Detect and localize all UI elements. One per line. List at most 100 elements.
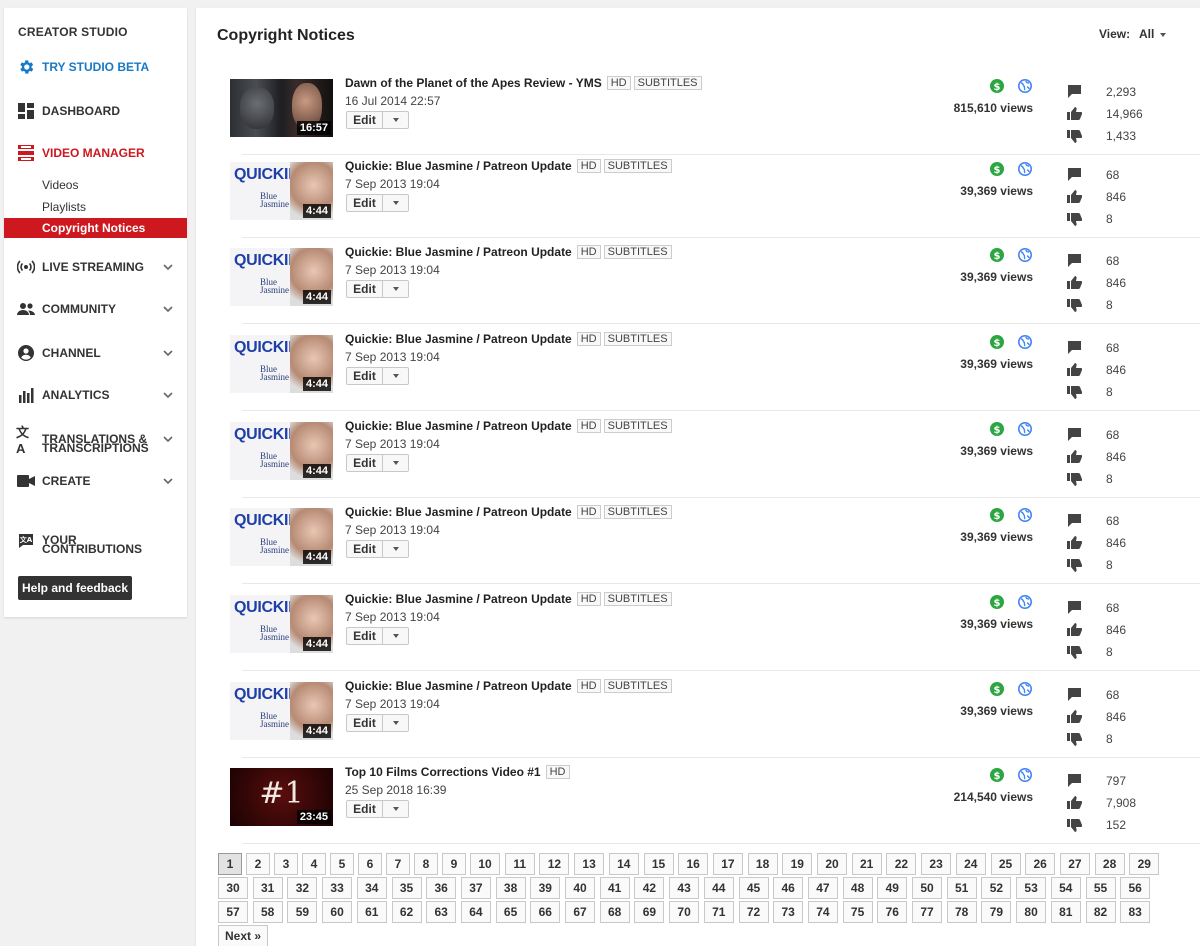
sidebar-subitem-playlists[interactable]: Playlists	[4, 197, 187, 217]
edit-button[interactable]: Edit	[347, 195, 383, 211]
edit-button[interactable]: Edit	[347, 368, 383, 384]
page-19-button[interactable]: 19	[782, 853, 813, 875]
page-38-button[interactable]: 38	[495, 877, 526, 899]
page-3-button[interactable]: 3	[274, 853, 298, 875]
page-50-button[interactable]: 50	[912, 877, 942, 899]
page-37-button[interactable]: 37	[460, 877, 491, 899]
monetization-dollar-icon[interactable]: $	[990, 508, 1004, 522]
page-33-button[interactable]: 33	[322, 877, 353, 899]
page-68-button[interactable]: 68	[599, 901, 630, 923]
page-4-button[interactable]: 4	[302, 853, 326, 875]
sidebar-item-live-streaming[interactable]: LIVE STREAMING	[4, 252, 187, 282]
page-23-button[interactable]: 23	[921, 853, 952, 875]
edit-button[interactable]: Edit	[347, 801, 383, 817]
page-21-button[interactable]: 21	[851, 853, 882, 875]
page-13-button[interactable]: 13	[574, 853, 605, 875]
video-thumbnail[interactable]: QUICKIE Blue Jasmine 4:44	[230, 162, 333, 220]
video-title-link[interactable]: Quickie: Blue Jasmine / Patreon Update	[345, 332, 572, 346]
edit-dropdown-button[interactable]	[383, 715, 408, 731]
page-57-button[interactable]: 57	[218, 901, 248, 923]
edit-button[interactable]: Edit	[347, 455, 383, 471]
monetization-dollar-icon[interactable]: $	[990, 335, 1004, 349]
sidebar-item-community[interactable]: COMMUNITY	[4, 294, 187, 324]
monetization-dollar-icon[interactable]: $	[990, 79, 1004, 93]
video-title-link[interactable]: Quickie: Blue Jasmine / Patreon Update	[345, 679, 572, 693]
video-thumbnail[interactable]: QUICKIE Blue Jasmine 4:44	[230, 248, 333, 306]
monetization-dollar-icon[interactable]: $	[990, 162, 1004, 176]
edit-button[interactable]: Edit	[347, 541, 383, 557]
page-12-button[interactable]: 12	[539, 853, 570, 875]
monetization-dollar-icon[interactable]: $	[990, 248, 1004, 262]
page-11-button[interactable]: 11	[504, 853, 535, 875]
video-thumbnail[interactable]: QUICKIE Blue Jasmine 4:44	[230, 682, 333, 740]
video-thumbnail[interactable]: 16:57	[230, 79, 333, 137]
page-71-button[interactable]: 71	[703, 901, 734, 923]
page-83-button[interactable]: 83	[1120, 901, 1151, 923]
edit-dropdown-button[interactable]	[383, 195, 408, 211]
sidebar-subitem-copyright-notices[interactable]: Copyright Notices	[4, 218, 187, 238]
sidebar-item-create[interactable]: CREATE	[4, 466, 187, 496]
edit-button[interactable]: Edit	[347, 628, 383, 644]
page-58-button[interactable]: 58	[252, 901, 283, 923]
page-8-button[interactable]: 8	[414, 853, 438, 875]
page-18-button[interactable]: 18	[747, 853, 778, 875]
video-title-link[interactable]: Quickie: Blue Jasmine / Patreon Update	[345, 505, 572, 519]
edit-dropdown-button[interactable]	[383, 455, 408, 471]
public-globe-icon[interactable]	[1018, 162, 1032, 176]
sidebar-subitem-videos[interactable]: Videos	[4, 175, 187, 195]
page-29-button[interactable]: 29	[1129, 853, 1160, 875]
sidebar-item-analytics[interactable]: ANALYTICS	[4, 380, 187, 410]
page-46-button[interactable]: 46	[773, 877, 804, 899]
edit-dropdown-button[interactable]	[383, 541, 408, 557]
monetization-dollar-icon[interactable]: $	[990, 682, 1004, 696]
page-59-button[interactable]: 59	[287, 901, 318, 923]
page-44-button[interactable]: 44	[703, 877, 734, 899]
video-title-link[interactable]: Quickie: Blue Jasmine / Patreon Update	[345, 245, 572, 259]
sidebar-item-video-manager[interactable]: VIDEO MANAGER	[4, 138, 187, 168]
page-72-button[interactable]: 72	[738, 901, 769, 923]
page-10-button[interactable]: 10	[470, 853, 500, 875]
page-35-button[interactable]: 35	[391, 877, 422, 899]
sidebar-item-dashboard[interactable]: DASHBOARD	[4, 96, 187, 126]
page-76-button[interactable]: 76	[877, 901, 908, 923]
page-42-button[interactable]: 42	[634, 877, 665, 899]
page-17-button[interactable]: 17	[712, 853, 743, 875]
page-56-button[interactable]: 56	[1120, 877, 1151, 899]
video-thumbnail[interactable]: QUICKIE Blue Jasmine 4:44	[230, 422, 333, 480]
video-title-link[interactable]: Quickie: Blue Jasmine / Patreon Update	[345, 159, 572, 173]
page-48-button[interactable]: 48	[842, 877, 873, 899]
page-6-button[interactable]: 6	[358, 853, 382, 875]
edit-button[interactable]: Edit	[347, 715, 383, 731]
page-51-button[interactable]: 51	[946, 877, 977, 899]
edit-button[interactable]: Edit	[347, 112, 383, 128]
public-globe-icon[interactable]	[1018, 335, 1032, 349]
page-40-button[interactable]: 40	[565, 877, 595, 899]
page-64-button[interactable]: 64	[460, 901, 491, 923]
page-27-button[interactable]: 27	[1059, 853, 1090, 875]
sidebar-item-your-contributions[interactable]: 文A YOUR CONTRIBUTIONS	[4, 526, 187, 556]
public-globe-icon[interactable]	[1018, 595, 1032, 609]
public-globe-icon[interactable]	[1018, 422, 1032, 436]
video-thumbnail[interactable]: QUICKIE Blue Jasmine 4:44	[230, 508, 333, 566]
page-54-button[interactable]: 54	[1050, 877, 1081, 899]
edit-dropdown-button[interactable]	[383, 801, 408, 817]
edit-dropdown-button[interactable]	[383, 628, 408, 644]
page-60-button[interactable]: 60	[322, 901, 353, 923]
page-24-button[interactable]: 24	[955, 853, 986, 875]
edit-dropdown-button[interactable]	[383, 112, 408, 128]
page-7-button[interactable]: 7	[386, 853, 410, 875]
help-feedback-button[interactable]: Help and feedback	[18, 576, 132, 600]
page-49-button[interactable]: 49	[877, 877, 908, 899]
page-70-button[interactable]: 70	[669, 901, 700, 923]
page-53-button[interactable]: 53	[1016, 877, 1047, 899]
video-thumbnail[interactable]: #1 23:45	[230, 768, 333, 826]
page-47-button[interactable]: 47	[807, 877, 838, 899]
public-globe-icon[interactable]	[1018, 248, 1032, 262]
page-80-button[interactable]: 80	[1016, 901, 1047, 923]
page-25-button[interactable]: 25	[990, 853, 1021, 875]
page-69-button[interactable]: 69	[634, 901, 665, 923]
page-45-button[interactable]: 45	[738, 877, 769, 899]
video-thumbnail[interactable]: QUICKIE Blue Jasmine 4:44	[230, 595, 333, 653]
page-75-button[interactable]: 75	[842, 901, 873, 923]
video-title-link[interactable]: Quickie: Blue Jasmine / Patreon Update	[345, 592, 572, 606]
